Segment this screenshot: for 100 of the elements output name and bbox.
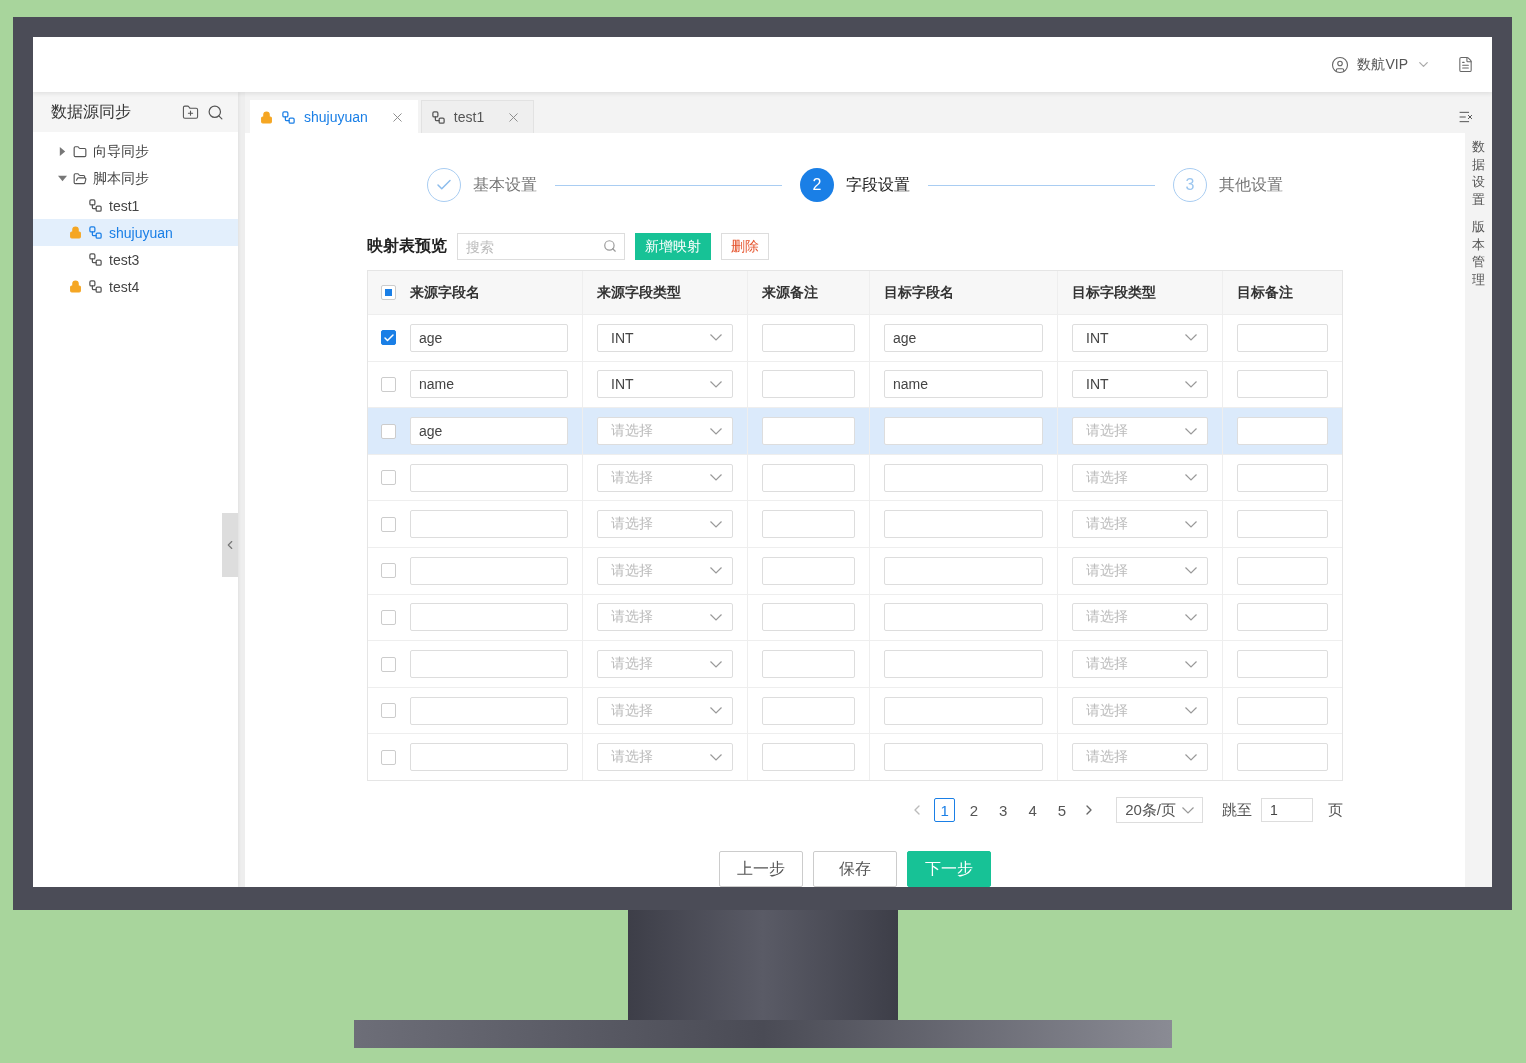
source-note-field[interactable] (762, 463, 855, 492)
target-note-field[interactable] (1237, 556, 1328, 585)
target-note-field[interactable] (1237, 743, 1328, 772)
source-note-field[interactable] (762, 510, 855, 539)
source-name-field[interactable] (410, 696, 568, 725)
source-name-field[interactable] (410, 510, 568, 539)
target-note-field[interactable] (1237, 510, 1328, 539)
target-note-field[interactable] (1237, 463, 1328, 492)
row-checkbox[interactable] (381, 330, 396, 346)
target-note-field[interactable] (1237, 417, 1328, 446)
column-header: 来源备注 (762, 283, 818, 302)
source-note-field[interactable] (762, 743, 855, 772)
type-select[interactable]: INT (1072, 370, 1208, 399)
chevron-down-icon (1185, 613, 1197, 621)
type-select[interactable]: INT (1072, 323, 1208, 352)
target-name-field[interactable] (884, 556, 1043, 585)
chevron-down-icon (710, 520, 722, 528)
caret-down-icon[interactable] (57, 174, 67, 183)
target-name-field[interactable] (884, 463, 1043, 492)
tree-item[interactable]: 脚本同步 (33, 165, 238, 192)
chevron-down-icon (710, 567, 722, 575)
row-checkbox[interactable] (381, 656, 396, 672)
row-checkbox[interactable] (381, 609, 396, 625)
source-name-field[interactable] (410, 556, 568, 585)
page-size-select[interactable]: 20条/页 (1116, 797, 1203, 823)
select-placeholder: 请选择 (1086, 701, 1129, 720)
select-all-checkbox[interactable] (381, 285, 396, 301)
tab-label: test1 (453, 109, 485, 125)
row-checkbox[interactable] (381, 376, 396, 392)
source-note-field[interactable] (762, 650, 855, 678)
type-select[interactable]: INT (597, 323, 733, 352)
step-label: 基本设置 (473, 174, 537, 195)
row-checkbox[interactable] (381, 423, 396, 439)
target-name-field[interactable]: age (884, 323, 1043, 352)
target-name-field[interactable] (884, 650, 1043, 678)
type-select[interactable]: INT (597, 370, 733, 399)
jump-page-field[interactable]: 1 (1261, 798, 1313, 822)
target-name-field[interactable] (884, 510, 1043, 539)
source-note-field[interactable] (762, 323, 855, 352)
search-icon[interactable] (207, 103, 224, 121)
delete-button[interactable]: 删除 (721, 233, 769, 261)
tab[interactable]: shujuyuan (250, 100, 418, 133)
target-note-field[interactable] (1237, 370, 1328, 399)
target-note-field[interactable] (1237, 323, 1328, 352)
table-row[interactable]: age 请选择 请选择 (368, 408, 1342, 455)
source-note-field[interactable] (762, 696, 855, 725)
step-button[interactable]: 保存 (813, 851, 897, 887)
table-row[interactable]: name INT name INT (368, 361, 1342, 409)
source-note-field[interactable] (762, 370, 855, 399)
chevron-down-icon (1185, 380, 1197, 388)
collapse-handle[interactable] (222, 513, 238, 577)
tree-item[interactable]: shujuyuan (33, 219, 238, 246)
page-number[interactable]: 1 (934, 798, 955, 822)
row-checkbox[interactable] (381, 470, 396, 486)
side-tab[interactable]: 版本管理 (1472, 218, 1485, 289)
source-name-field[interactable] (410, 650, 568, 678)
target-note-field[interactable] (1237, 603, 1328, 632)
user-name[interactable]: 数航VIP (1357, 55, 1408, 74)
tree-item[interactable]: test1 (33, 192, 238, 219)
user-icon (1331, 55, 1350, 74)
select-placeholder: 请选择 (611, 468, 654, 487)
add-folder-icon[interactable] (182, 103, 199, 121)
source-note-field[interactable] (762, 556, 855, 585)
search-field[interactable]: 搜索 (457, 233, 625, 261)
row-checkbox[interactable] (381, 563, 396, 579)
target-name-field[interactable] (884, 743, 1043, 772)
page-unit: 页 (1328, 800, 1343, 820)
tree-item[interactable]: test4 (33, 273, 238, 300)
target-note-field[interactable] (1237, 696, 1328, 725)
datasource-icon (88, 225, 103, 240)
chevron-down-icon (1182, 806, 1194, 814)
row-checkbox[interactable] (381, 703, 396, 719)
lock-icon (68, 280, 82, 293)
jump-label: 跳至 (1222, 800, 1252, 820)
target-note-field[interactable] (1237, 650, 1328, 678)
search-icon (603, 239, 617, 254)
target-name-field[interactable] (884, 603, 1043, 632)
source-name-field[interactable]: age (410, 323, 568, 352)
step-button[interactable]: 上一步 (719, 851, 803, 887)
document-icon[interactable] (1457, 56, 1474, 73)
source-name-field[interactable]: name (410, 370, 568, 399)
source-note-field[interactable] (762, 603, 855, 632)
source-name-field[interactable]: age (410, 417, 568, 446)
source-name-field[interactable] (410, 463, 568, 492)
target-name-field[interactable]: name (884, 370, 1043, 399)
side-tab[interactable]: 数据设置 (1472, 138, 1485, 209)
table-row[interactable]: age INT age INT (368, 315, 1342, 362)
target-name-field[interactable] (884, 417, 1043, 446)
chevron-down-icon (1185, 334, 1197, 342)
tree-item[interactable]: test3 (33, 246, 238, 273)
row-checkbox[interactable] (381, 749, 396, 765)
tree-item[interactable]: 向导同步 (33, 138, 238, 165)
source-note-field[interactable] (762, 417, 855, 446)
source-name-field[interactable] (410, 743, 568, 772)
datasource-icon (281, 109, 296, 125)
source-name-field[interactable] (410, 603, 568, 632)
tab[interactable]: test1 (420, 100, 535, 133)
caret-right-icon[interactable] (57, 147, 67, 156)
row-checkbox[interactable] (381, 516, 396, 532)
target-name-field[interactable] (884, 696, 1043, 725)
